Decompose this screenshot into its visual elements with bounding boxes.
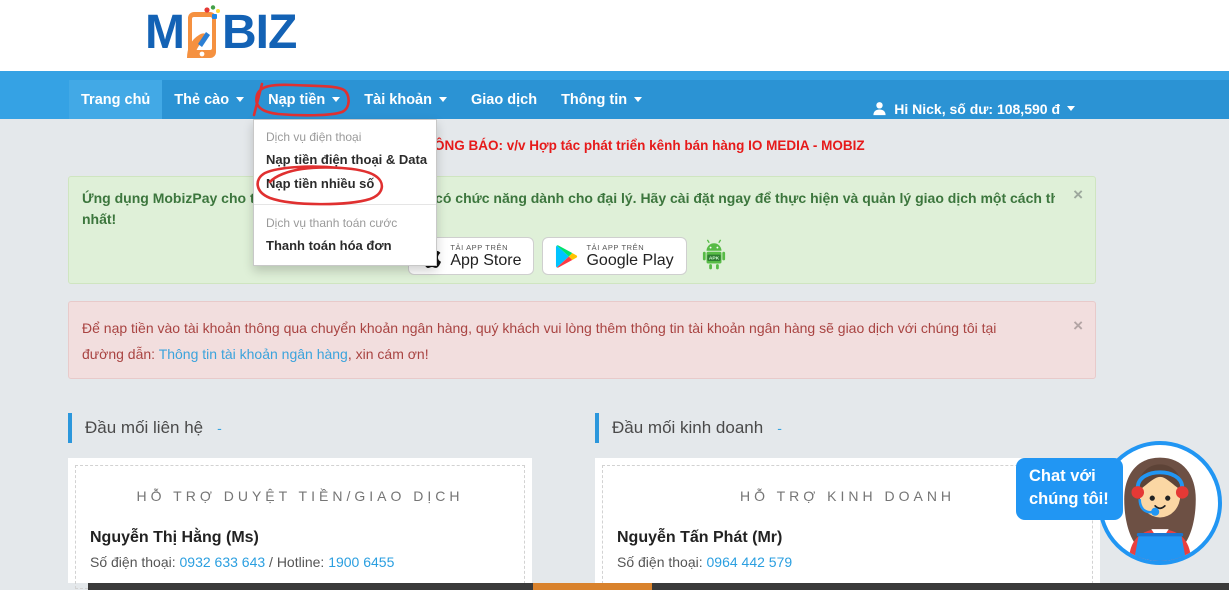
apk-download-button[interactable]: APK [699, 239, 729, 274]
bank-info-line1: Để nạp tiền vào tài khoản thông qua chuy… [82, 315, 1055, 341]
topup-dropdown-menu: Dịch vụ điện thoại Nạp tiền điện thoại &… [253, 119, 437, 266]
chat-bubble-line1: Chat với [1029, 465, 1123, 488]
support-contact-name: Nguyễn Thị Hằng (Ms) [90, 529, 532, 547]
support-card-title: HỖ TRỢ DUYỆT TIỀN/GIAO DỊCH [68, 488, 532, 504]
business-contact-name: Nguyễn Tấn Phát (Mr) [617, 529, 1100, 547]
google-play-button[interactable]: TẢI APP TRÊN Google Play [542, 237, 686, 275]
google-play-tagline: TẢI APP TRÊN [586, 243, 673, 252]
mobizpay-alert: Ứng dụng MobizPay cho thiết bị di động h… [68, 176, 1096, 284]
business-section-header: Đầu mối kinh doanh - [595, 413, 1096, 443]
app-store-tagline: TẢI APP TRÊN [450, 243, 521, 252]
caret-down-icon [1067, 106, 1075, 111]
dropdown-divider [254, 204, 436, 205]
nav-item-transactions[interactable]: Giao dịch [459, 80, 549, 119]
phone-link[interactable]: 0932 633 643 [180, 554, 266, 570]
nav-item-info-label: Thông tin [561, 92, 627, 108]
mobiz-logo[interactable]: M BIZ [145, 4, 296, 60]
phone-link[interactable]: 0964 442 579 [707, 554, 793, 570]
logo-text-biz: BIZ [222, 5, 296, 60]
mobizpay-alert-line2: nhất! [82, 209, 1055, 230]
chat-with-us-button[interactable]: Chat với chúng tôi! [1016, 458, 1123, 520]
footer-edge-bar [88, 583, 1229, 590]
nav-item-account-label: Tài khoản [364, 92, 432, 108]
nav-item-home[interactable]: Trang chủ [69, 80, 162, 119]
google-play-icon [555, 244, 578, 269]
page: M BIZ Trang chủ Thẻ cào [0, 0, 1229, 590]
dropdown-group-bill-services: Dịch vụ thanh toán cước [254, 213, 436, 234]
phone-label: Số điện thoại: [90, 554, 180, 570]
user-icon [872, 101, 887, 116]
support-card: HỖ TRỢ DUYỆT TIỀN/GIAO DỊCH Nguyễn Thị H… [68, 458, 532, 583]
dropdown-group-phone-services: Dịch vụ điện thoại [254, 127, 436, 148]
nav-item-cards[interactable]: Thẻ cào [162, 80, 256, 119]
store-buttons-row: TẢI APP TRÊN App Store TẢI APP TRÊN Goog… [82, 237, 1055, 275]
nav-item-account[interactable]: Tài khoản [352, 80, 459, 119]
google-play-name: Google Play [586, 252, 673, 269]
close-icon[interactable]: × [1073, 313, 1083, 339]
bank-info-line2: đường dẫn: Thông tin tài khoản ngân hàng… [82, 341, 1055, 367]
app-store-name: App Store [450, 252, 521, 269]
nav-item-topup[interactable]: Nạp tiền [256, 80, 352, 119]
collapse-toggle[interactable]: - [217, 420, 222, 436]
collapse-toggle[interactable]: - [777, 420, 782, 436]
nav-item-cards-label: Thẻ cào [174, 92, 229, 108]
business-contact-phone: Số điện thoại: 0964 442 579 [617, 554, 1100, 570]
dashed-border [75, 465, 525, 589]
hotline-label: / Hotline: [265, 554, 328, 570]
chat-bubble-line2: chúng tôi! [1029, 488, 1123, 511]
contact-section-header: Đầu mối liên hệ - [68, 413, 532, 443]
caret-down-icon [236, 97, 244, 102]
support-contact-phone: Số điện thoại: 0932 633 643 / Hotline: 1… [90, 554, 532, 570]
nav-item-home-label: Trang chủ [81, 92, 150, 108]
nav-strip: Trang chủ Thẻ cào Nạp tiền Tài khoản Gia… [69, 80, 1229, 119]
site-header: M BIZ [0, 0, 1229, 71]
nav-item-info[interactable]: Thông tin [549, 80, 654, 119]
apk-label: APK [708, 255, 719, 261]
menu-item-recharge-data[interactable]: Nạp tiền điện thoại & Data [254, 148, 436, 172]
footer-orange-segment [533, 583, 652, 590]
nav-item-topup-label: Nạp tiền [268, 92, 325, 108]
user-balance-label: Hi Nick, số dư: 108,590 đ [894, 101, 1060, 117]
bank-info-line2-suffix: , xin cám ơn! [348, 346, 429, 362]
bank-info-link[interactable]: Thông tin tài khoản ngân hàng [159, 346, 348, 362]
close-icon[interactable]: × [1073, 185, 1083, 205]
announcement-text[interactable]: THÔNG BÁO: v/v Hợp tác phát triển kênh b… [416, 138, 865, 153]
caret-down-icon [439, 97, 447, 102]
mobizpay-alert-line1: Ứng dụng MobizPay cho thiết bị di động h… [82, 188, 1055, 209]
nav-item-transactions-label: Giao dịch [471, 92, 537, 108]
phone-hand-icon [185, 4, 221, 60]
hotline-link[interactable]: 1900 6455 [328, 554, 394, 570]
phone-label: Số điện thoại: [617, 554, 707, 570]
bank-info-line2-prefix: đường dẫn: [82, 346, 159, 362]
menu-item-multi-number-topup[interactable]: Nạp tiền nhiều số [254, 172, 436, 196]
menu-item-bill-payment[interactable]: Thanh toán hóa đơn [254, 234, 436, 258]
caret-down-icon [634, 97, 642, 102]
user-menu[interactable]: Hi Nick, số dư: 108,590 đ [872, 89, 1075, 128]
business-section-title: Đầu mối kinh doanh [612, 418, 763, 438]
caret-down-icon [332, 97, 340, 102]
android-apk-icon: APK [699, 239, 729, 271]
contact-section-title: Đầu mối liên hệ [85, 418, 203, 438]
bank-info-alert: Để nạp tiền vào tài khoản thông qua chuy… [68, 301, 1096, 379]
logo-text-m: M [145, 5, 184, 60]
main-navbar: Trang chủ Thẻ cào Nạp tiền Tài khoản Gia… [0, 71, 1229, 119]
